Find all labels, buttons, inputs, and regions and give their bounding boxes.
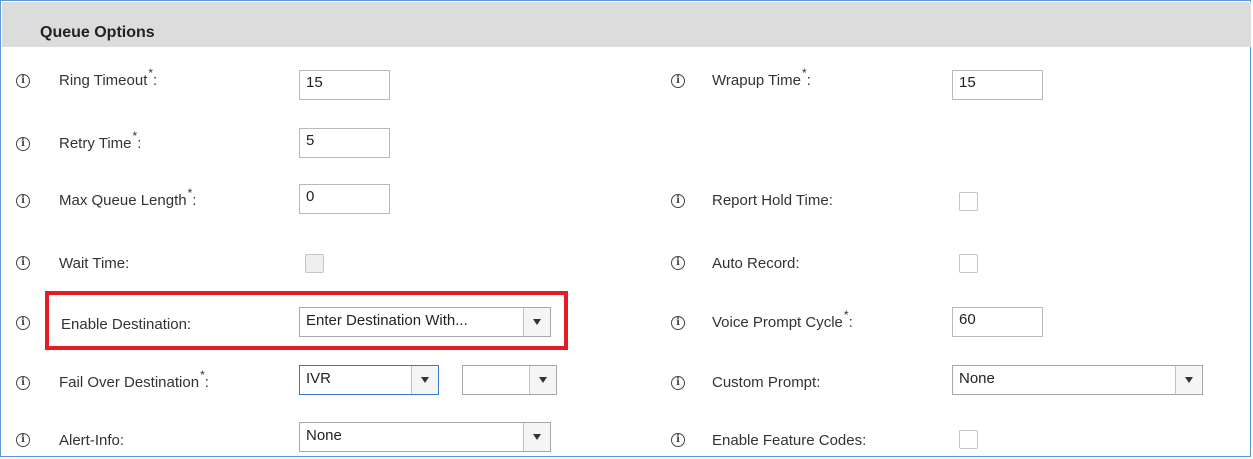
report-hold-time-checkbox[interactable] bbox=[959, 192, 978, 211]
chevron-down-icon bbox=[1185, 377, 1193, 383]
alert-info-label: Alert-Info: bbox=[59, 432, 125, 449]
custom-prompt-label: Custom Prompt: bbox=[712, 374, 821, 391]
info-icon[interactable]: i bbox=[16, 137, 30, 151]
retry-time-label: Retry Time*: bbox=[59, 129, 142, 152]
auto-record-label: Auto Record: bbox=[712, 255, 800, 272]
dropdown-box bbox=[1175, 366, 1202, 394]
wait-time-label: Wait Time: bbox=[59, 255, 130, 272]
custom-prompt-select[interactable]: None bbox=[952, 365, 1203, 395]
info-icon[interactable]: i bbox=[16, 194, 30, 208]
info-icon[interactable]: i bbox=[671, 376, 685, 390]
wait-time-checkbox[interactable] bbox=[305, 254, 324, 273]
alert-info-select[interactable]: None bbox=[299, 422, 551, 452]
max-queue-length-label: Max Queue Length*: bbox=[59, 186, 197, 209]
voice-prompt-cycle-label: Voice Prompt Cycle*: bbox=[712, 308, 853, 331]
alert-info-value: None bbox=[306, 427, 342, 444]
info-icon[interactable]: i bbox=[671, 433, 685, 447]
fail-over-destination-target-select[interactable] bbox=[462, 365, 557, 395]
section-header: Queue Options bbox=[2, 2, 1251, 47]
info-icon[interactable]: i bbox=[16, 376, 30, 390]
fail-over-destination-label: Fail Over Destination*: bbox=[59, 368, 209, 391]
fail-over-destination-select[interactable]: IVR bbox=[299, 365, 439, 395]
chevron-down-icon bbox=[533, 434, 541, 440]
fail-over-destination-value: IVR bbox=[306, 370, 332, 387]
info-icon[interactable]: i bbox=[16, 74, 30, 88]
auto-record-checkbox[interactable] bbox=[959, 254, 978, 273]
chevron-down-icon bbox=[421, 377, 429, 383]
info-icon[interactable]: i bbox=[671, 256, 685, 270]
ring-timeout-input[interactable]: 15 bbox=[299, 70, 390, 100]
enable-feature-codes-checkbox[interactable] bbox=[959, 430, 978, 449]
info-icon[interactable]: i bbox=[16, 433, 30, 447]
custom-prompt-value: None bbox=[959, 370, 995, 387]
info-icon[interactable]: i bbox=[16, 316, 30, 330]
report-hold-time-label: Report Hold Time: bbox=[712, 192, 833, 209]
info-icon[interactable]: i bbox=[671, 74, 685, 88]
chevron-down-icon bbox=[539, 377, 547, 383]
section-title: Queue Options bbox=[40, 24, 155, 41]
dropdown-box bbox=[523, 423, 550, 451]
info-icon[interactable]: i bbox=[671, 316, 685, 330]
enable-feature-codes-label: Enable Feature Codes: bbox=[712, 432, 867, 449]
ring-timeout-label: Ring Timeout*: bbox=[59, 66, 158, 89]
wrapup-time-input[interactable]: 15 bbox=[952, 70, 1043, 100]
info-icon[interactable]: i bbox=[16, 256, 30, 270]
info-icon[interactable]: i bbox=[671, 194, 685, 208]
wrapup-time-label: Wrapup Time*: bbox=[712, 66, 811, 89]
highlight-box bbox=[45, 291, 568, 350]
retry-time-input[interactable]: 5 bbox=[299, 128, 390, 158]
dropdown-box bbox=[529, 366, 556, 394]
voice-prompt-cycle-input[interactable]: 60 bbox=[952, 307, 1043, 337]
max-queue-length-input[interactable]: 0 bbox=[299, 184, 390, 214]
dropdown-box bbox=[411, 366, 438, 394]
